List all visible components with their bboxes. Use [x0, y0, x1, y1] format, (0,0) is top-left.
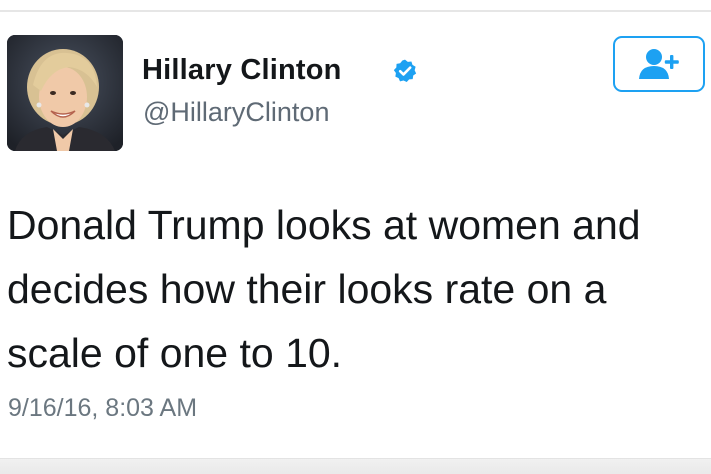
avatar[interactable] — [7, 35, 123, 151]
author-handle[interactable]: @HillaryClinton — [143, 97, 329, 128]
avatar-photo — [7, 35, 123, 151]
follow-button[interactable] — [613, 36, 705, 92]
tweet-text-line: scale of one to 10. — [7, 330, 343, 376]
top-divider — [0, 10, 711, 12]
tweet-screenshot: Hillary Clinton @HillaryClinton Donald T… — [0, 0, 711, 474]
tweet-timestamp[interactable]: 9/16/16, 8:03 AM — [8, 394, 197, 423]
verified-badge-icon — [393, 59, 417, 83]
tweet-text: Donald Trump looks at women and decides … — [7, 193, 707, 385]
bottom-divider — [0, 458, 711, 474]
add-user-icon — [639, 49, 679, 79]
author-name[interactable]: Hillary Clinton — [142, 54, 342, 87]
tweet-text-line: Donald Trump looks at women and — [7, 202, 641, 248]
tweet-text-line: decides how their looks rate on a — [7, 266, 607, 312]
